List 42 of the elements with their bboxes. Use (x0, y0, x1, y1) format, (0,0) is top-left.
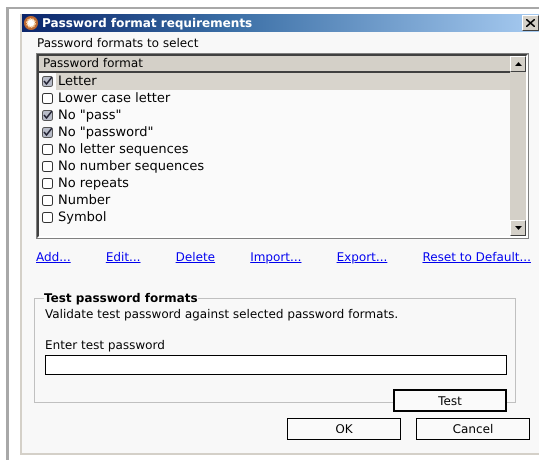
checkbox[interactable] (42, 93, 53, 104)
list-item[interactable]: Number (56, 192, 510, 209)
window-title: Password format requirements (42, 16, 254, 30)
scrollbar[interactable] (510, 56, 526, 236)
cancel-button[interactable]: Cancel (416, 418, 530, 440)
list-item[interactable]: No "password" (56, 124, 510, 141)
group-title: Test password formats (44, 291, 198, 305)
checkbox[interactable] (42, 212, 53, 223)
group-description: Validate test password against selected password formats. (45, 307, 400, 321)
scroll-up-button[interactable] (510, 56, 526, 72)
field-label: Enter test password (45, 338, 166, 352)
link[interactable]: Add... (36, 250, 71, 264)
checkbox[interactable] (42, 161, 53, 172)
up-arrow-icon (514, 62, 522, 66)
list-item[interactable]: Lower case letter (56, 90, 510, 107)
scroll-down-button[interactable] (510, 220, 526, 236)
list-item[interactable]: No letter sequences (56, 141, 510, 158)
checkbox[interactable] (42, 195, 53, 206)
gear-icon (24, 16, 38, 30)
list-label: Password formats to select (37, 36, 200, 50)
link[interactable]: Import... (250, 250, 302, 264)
list-item[interactable]: No repeats (56, 175, 510, 192)
list-item[interactable]: No number sequences (56, 158, 510, 175)
checked-checkbox[interactable] (42, 76, 53, 87)
checkbox[interactable] (42, 144, 53, 155)
close-button[interactable] (522, 15, 539, 31)
test-button[interactable]: Test (393, 389, 507, 412)
checked-checkbox[interactable] (42, 127, 53, 138)
ok-button[interactable]: OK (287, 418, 401, 440)
link[interactable]: Delete (176, 250, 216, 264)
list-item[interactable]: No "pass" (56, 107, 510, 124)
link[interactable]: Export... (336, 250, 388, 264)
down-arrow-icon (514, 226, 522, 230)
close-icon (526, 19, 535, 27)
list-item[interactable]: Symbol (56, 209, 510, 226)
list-item[interactable]: Letter (56, 73, 510, 90)
link[interactable]: Reset to Default... (422, 250, 531, 264)
link[interactable]: Edit... (106, 250, 140, 264)
password-field[interactable] (45, 355, 507, 375)
checked-checkbox[interactable] (42, 110, 53, 121)
checkbox[interactable] (42, 178, 53, 189)
column-header[interactable]: Password format (39, 56, 510, 73)
